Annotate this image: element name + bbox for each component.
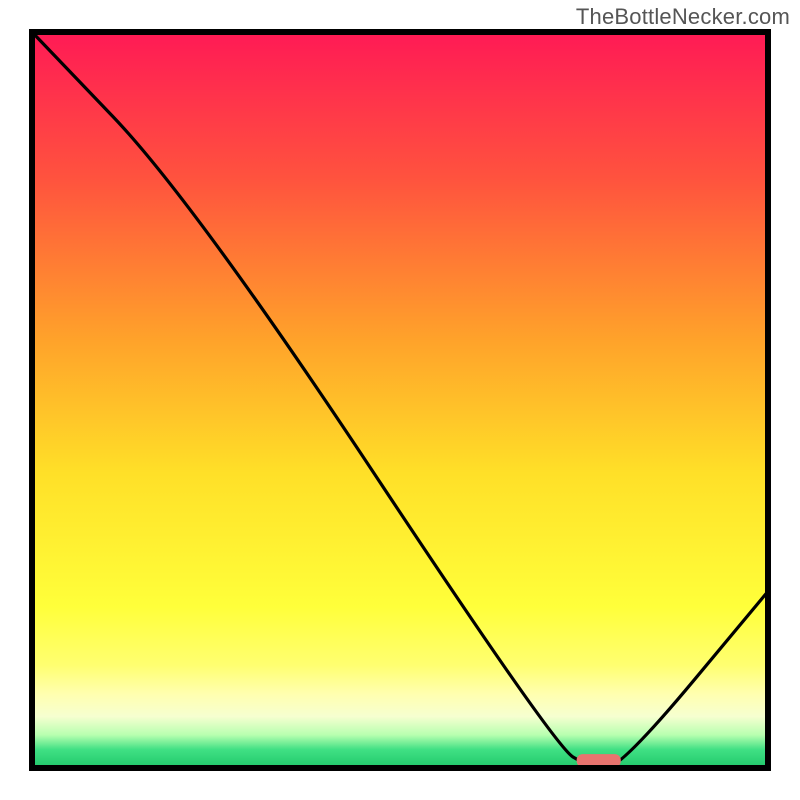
watermark-text: TheBottleNecker.com xyxy=(576,4,790,30)
plot-background xyxy=(32,32,768,768)
bottleneck-chart xyxy=(0,0,800,800)
chart-container: TheBottleNecker.com xyxy=(0,0,800,800)
